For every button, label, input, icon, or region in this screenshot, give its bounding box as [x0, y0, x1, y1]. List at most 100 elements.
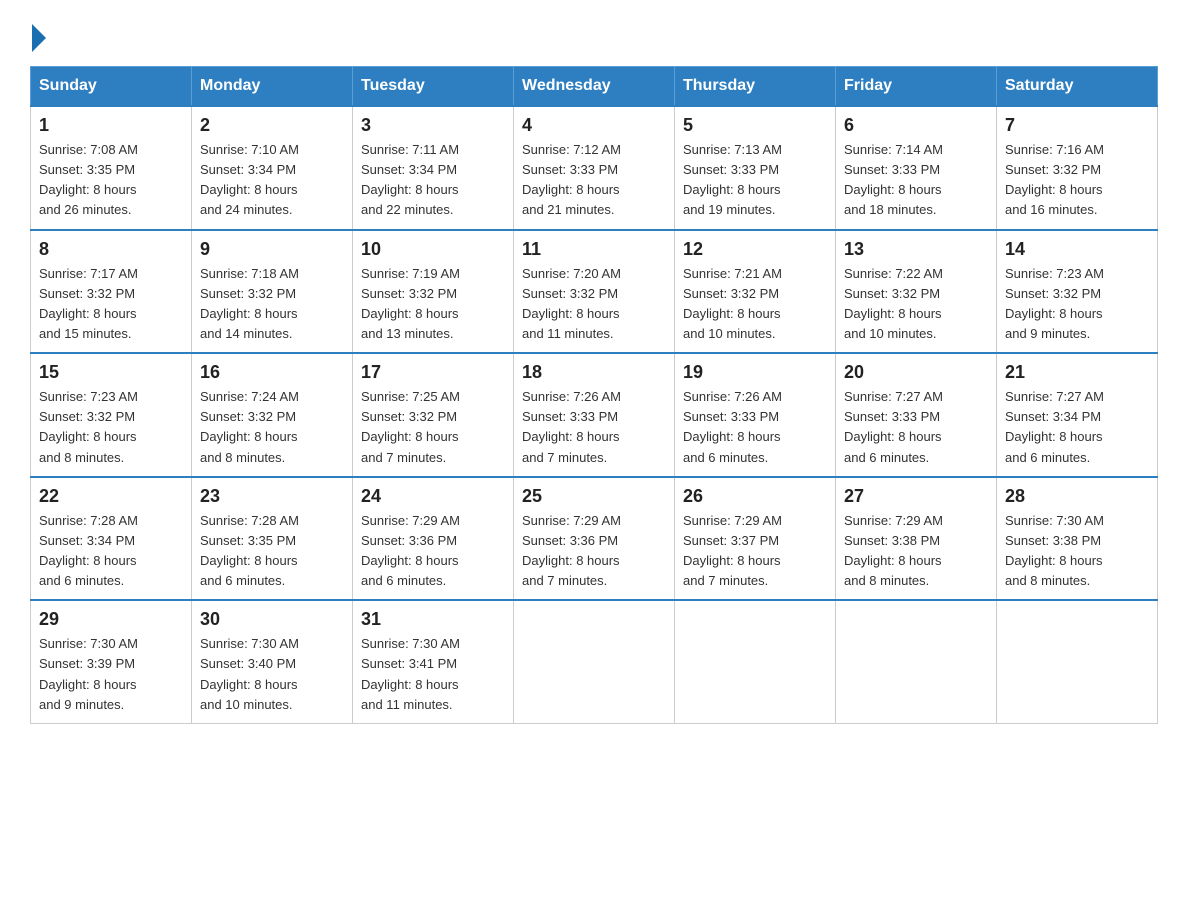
day-number: 22 — [39, 486, 183, 507]
day-number: 7 — [1005, 115, 1149, 136]
day-number: 11 — [522, 239, 666, 260]
day-number: 15 — [39, 362, 183, 383]
calendar-cell: 31 Sunrise: 7:30 AMSunset: 3:41 PMDaylig… — [353, 600, 514, 723]
week-row-3: 15 Sunrise: 7:23 AMSunset: 3:32 PMDaylig… — [31, 353, 1158, 477]
calendar-cell: 17 Sunrise: 7:25 AMSunset: 3:32 PMDaylig… — [353, 353, 514, 477]
day-info: Sunrise: 7:18 AMSunset: 3:32 PMDaylight:… — [200, 264, 344, 345]
day-info: Sunrise: 7:20 AMSunset: 3:32 PMDaylight:… — [522, 264, 666, 345]
day-info: Sunrise: 7:30 AMSunset: 3:38 PMDaylight:… — [1005, 511, 1149, 592]
day-info: Sunrise: 7:28 AMSunset: 3:35 PMDaylight:… — [200, 511, 344, 592]
calendar-cell: 18 Sunrise: 7:26 AMSunset: 3:33 PMDaylig… — [514, 353, 675, 477]
day-header-friday: Friday — [836, 67, 997, 107]
day-header-tuesday: Tuesday — [353, 67, 514, 107]
calendar-cell: 22 Sunrise: 7:28 AMSunset: 3:34 PMDaylig… — [31, 477, 192, 601]
calendar-cell: 2 Sunrise: 7:10 AMSunset: 3:34 PMDayligh… — [192, 106, 353, 230]
week-row-1: 1 Sunrise: 7:08 AMSunset: 3:35 PMDayligh… — [31, 106, 1158, 230]
day-info: Sunrise: 7:23 AMSunset: 3:32 PMDaylight:… — [1005, 264, 1149, 345]
day-header-saturday: Saturday — [997, 67, 1158, 107]
day-number: 18 — [522, 362, 666, 383]
day-header-wednesday: Wednesday — [514, 67, 675, 107]
day-info: Sunrise: 7:29 AMSunset: 3:37 PMDaylight:… — [683, 511, 827, 592]
day-info: Sunrise: 7:23 AMSunset: 3:32 PMDaylight:… — [39, 387, 183, 468]
day-info: Sunrise: 7:10 AMSunset: 3:34 PMDaylight:… — [200, 140, 344, 221]
day-info: Sunrise: 7:13 AMSunset: 3:33 PMDaylight:… — [683, 140, 827, 221]
calendar-cell: 27 Sunrise: 7:29 AMSunset: 3:38 PMDaylig… — [836, 477, 997, 601]
day-number: 20 — [844, 362, 988, 383]
day-number: 28 — [1005, 486, 1149, 507]
calendar-cell: 28 Sunrise: 7:30 AMSunset: 3:38 PMDaylig… — [997, 477, 1158, 601]
week-row-2: 8 Sunrise: 7:17 AMSunset: 3:32 PMDayligh… — [31, 230, 1158, 354]
day-info: Sunrise: 7:29 AMSunset: 3:38 PMDaylight:… — [844, 511, 988, 592]
day-info: Sunrise: 7:21 AMSunset: 3:32 PMDaylight:… — [683, 264, 827, 345]
day-number: 17 — [361, 362, 505, 383]
day-number: 14 — [1005, 239, 1149, 260]
day-info: Sunrise: 7:30 AMSunset: 3:40 PMDaylight:… — [200, 634, 344, 715]
day-number: 12 — [683, 239, 827, 260]
day-info: Sunrise: 7:19 AMSunset: 3:32 PMDaylight:… — [361, 264, 505, 345]
calendar-cell — [997, 600, 1158, 723]
day-number: 29 — [39, 609, 183, 630]
calendar-cell: 15 Sunrise: 7:23 AMSunset: 3:32 PMDaylig… — [31, 353, 192, 477]
day-number: 6 — [844, 115, 988, 136]
day-number: 21 — [1005, 362, 1149, 383]
day-header-sunday: Sunday — [31, 67, 192, 107]
day-info: Sunrise: 7:25 AMSunset: 3:32 PMDaylight:… — [361, 387, 505, 468]
day-header-monday: Monday — [192, 67, 353, 107]
day-info: Sunrise: 7:11 AMSunset: 3:34 PMDaylight:… — [361, 140, 505, 221]
calendar-cell: 1 Sunrise: 7:08 AMSunset: 3:35 PMDayligh… — [31, 106, 192, 230]
day-number: 26 — [683, 486, 827, 507]
day-info: Sunrise: 7:26 AMSunset: 3:33 PMDaylight:… — [522, 387, 666, 468]
day-number: 24 — [361, 486, 505, 507]
day-number: 19 — [683, 362, 827, 383]
day-number: 5 — [683, 115, 827, 136]
calendar-cell: 10 Sunrise: 7:19 AMSunset: 3:32 PMDaylig… — [353, 230, 514, 354]
day-number: 23 — [200, 486, 344, 507]
day-number: 1 — [39, 115, 183, 136]
calendar-cell: 19 Sunrise: 7:26 AMSunset: 3:33 PMDaylig… — [675, 353, 836, 477]
day-number: 30 — [200, 609, 344, 630]
day-number: 8 — [39, 239, 183, 260]
calendar-cell — [514, 600, 675, 723]
day-info: Sunrise: 7:27 AMSunset: 3:34 PMDaylight:… — [1005, 387, 1149, 468]
day-header-thursday: Thursday — [675, 67, 836, 107]
day-info: Sunrise: 7:29 AMSunset: 3:36 PMDaylight:… — [361, 511, 505, 592]
calendar-cell: 3 Sunrise: 7:11 AMSunset: 3:34 PMDayligh… — [353, 106, 514, 230]
day-number: 16 — [200, 362, 344, 383]
day-number: 10 — [361, 239, 505, 260]
day-info: Sunrise: 7:22 AMSunset: 3:32 PMDaylight:… — [844, 264, 988, 345]
page-header — [30, 20, 1158, 48]
calendar-cell: 16 Sunrise: 7:24 AMSunset: 3:32 PMDaylig… — [192, 353, 353, 477]
day-info: Sunrise: 7:30 AMSunset: 3:39 PMDaylight:… — [39, 634, 183, 715]
calendar-cell: 6 Sunrise: 7:14 AMSunset: 3:33 PMDayligh… — [836, 106, 997, 230]
day-number: 3 — [361, 115, 505, 136]
logo-arrow-icon — [32, 24, 46, 52]
calendar-cell: 20 Sunrise: 7:27 AMSunset: 3:33 PMDaylig… — [836, 353, 997, 477]
week-row-4: 22 Sunrise: 7:28 AMSunset: 3:34 PMDaylig… — [31, 477, 1158, 601]
day-number: 31 — [361, 609, 505, 630]
calendar-cell — [836, 600, 997, 723]
day-info: Sunrise: 7:26 AMSunset: 3:33 PMDaylight:… — [683, 387, 827, 468]
week-row-5: 29 Sunrise: 7:30 AMSunset: 3:39 PMDaylig… — [31, 600, 1158, 723]
day-number: 13 — [844, 239, 988, 260]
calendar-cell: 12 Sunrise: 7:21 AMSunset: 3:32 PMDaylig… — [675, 230, 836, 354]
day-info: Sunrise: 7:29 AMSunset: 3:36 PMDaylight:… — [522, 511, 666, 592]
calendar-cell: 11 Sunrise: 7:20 AMSunset: 3:32 PMDaylig… — [514, 230, 675, 354]
day-info: Sunrise: 7:27 AMSunset: 3:33 PMDaylight:… — [844, 387, 988, 468]
day-number: 2 — [200, 115, 344, 136]
calendar-cell: 8 Sunrise: 7:17 AMSunset: 3:32 PMDayligh… — [31, 230, 192, 354]
day-info: Sunrise: 7:24 AMSunset: 3:32 PMDaylight:… — [200, 387, 344, 468]
calendar-cell: 9 Sunrise: 7:18 AMSunset: 3:32 PMDayligh… — [192, 230, 353, 354]
logo — [30, 20, 46, 48]
calendar-cell: 24 Sunrise: 7:29 AMSunset: 3:36 PMDaylig… — [353, 477, 514, 601]
calendar-cell: 26 Sunrise: 7:29 AMSunset: 3:37 PMDaylig… — [675, 477, 836, 601]
calendar-cell: 14 Sunrise: 7:23 AMSunset: 3:32 PMDaylig… — [997, 230, 1158, 354]
calendar-cell: 23 Sunrise: 7:28 AMSunset: 3:35 PMDaylig… — [192, 477, 353, 601]
day-info: Sunrise: 7:17 AMSunset: 3:32 PMDaylight:… — [39, 264, 183, 345]
calendar-cell: 4 Sunrise: 7:12 AMSunset: 3:33 PMDayligh… — [514, 106, 675, 230]
day-number: 25 — [522, 486, 666, 507]
calendar-cell: 29 Sunrise: 7:30 AMSunset: 3:39 PMDaylig… — [31, 600, 192, 723]
day-info: Sunrise: 7:14 AMSunset: 3:33 PMDaylight:… — [844, 140, 988, 221]
calendar-cell: 13 Sunrise: 7:22 AMSunset: 3:32 PMDaylig… — [836, 230, 997, 354]
day-info: Sunrise: 7:30 AMSunset: 3:41 PMDaylight:… — [361, 634, 505, 715]
calendar-table: SundayMondayTuesdayWednesdayThursdayFrid… — [30, 66, 1158, 724]
